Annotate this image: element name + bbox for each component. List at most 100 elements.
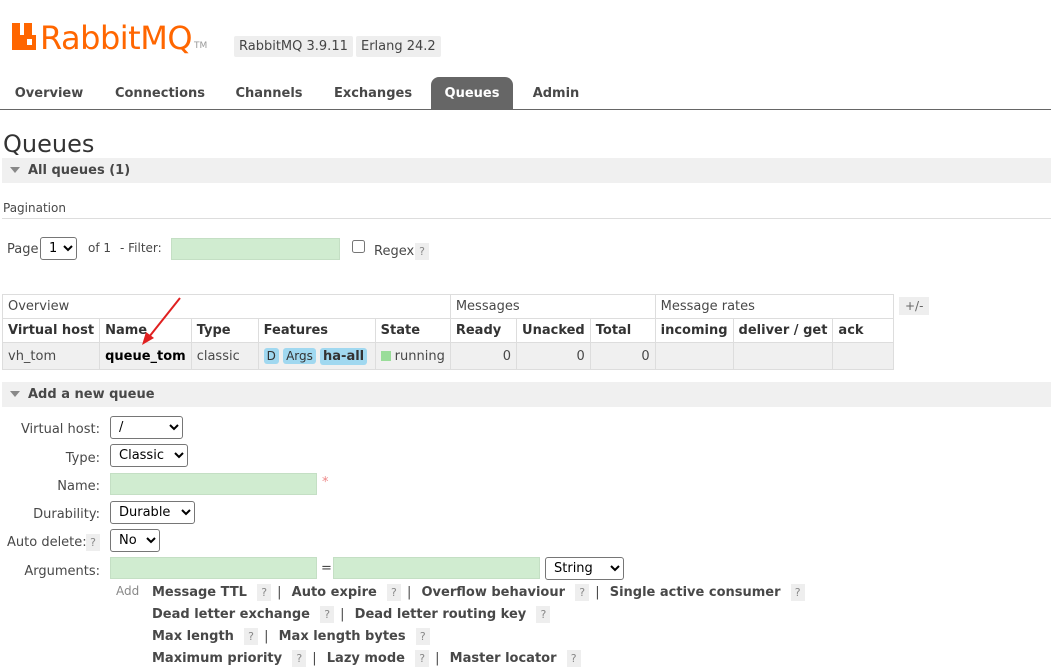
version-badge: RabbitMQ 3.9.11 xyxy=(234,36,353,57)
collapse-triangle-icon xyxy=(10,391,20,397)
all-queues-label: All queues (1) xyxy=(28,163,131,178)
argument-equals: = xyxy=(321,561,332,576)
page-label: Page xyxy=(7,242,39,257)
help-icon[interactable]: ? xyxy=(536,606,551,623)
cell-ready: 0 xyxy=(449,342,518,370)
argument-key-input[interactable] xyxy=(110,557,317,579)
col-virtual-host[interactable]: Virtual host xyxy=(1,318,101,343)
regex-label: Regex xyxy=(374,244,415,259)
help-icon[interactable]: ? xyxy=(257,584,272,601)
col-state[interactable]: State xyxy=(374,318,451,343)
help-icon[interactable]: ? xyxy=(386,584,401,601)
vhost-label: Virtual host: xyxy=(20,422,100,437)
queue-name-input[interactable] xyxy=(110,473,317,495)
col-unacked[interactable]: Unacked xyxy=(516,318,591,343)
help-icon[interactable]: ? xyxy=(575,584,590,601)
tab-admin[interactable]: Admin xyxy=(524,77,588,109)
arg-max-length-link[interactable]: Max length xyxy=(152,629,234,644)
regex-checkbox[interactable] xyxy=(352,240,365,253)
cell-unacked: 0 xyxy=(516,342,591,370)
col-ack[interactable]: ack xyxy=(832,318,894,343)
arg-dead-letter-exchange-link[interactable]: Dead letter exchange xyxy=(152,607,310,622)
rabbitmq-logo-icon xyxy=(12,23,36,50)
durability-select[interactable]: Durable xyxy=(110,501,195,524)
col-deliver-get[interactable]: deliver / get xyxy=(732,318,834,343)
col-type[interactable]: Type xyxy=(190,318,259,343)
help-icon[interactable]: ? xyxy=(415,650,430,667)
tab-exchanges[interactable]: Exchanges xyxy=(326,77,420,109)
pagination-heading: Pagination xyxy=(3,201,66,215)
auto-delete-label: Auto delete: xyxy=(7,535,87,550)
arg-auto-expire-link[interactable]: Auto expire xyxy=(292,585,377,600)
cell-ack xyxy=(832,342,894,370)
vhost-select[interactable]: / xyxy=(110,416,183,439)
help-icon[interactable]: ? xyxy=(566,650,581,667)
tab-channels[interactable]: Channels xyxy=(228,77,310,109)
main-nav-tabs: Overview Connections Channels Exchanges … xyxy=(0,77,1051,110)
separator: | xyxy=(435,651,440,666)
pagination-divider xyxy=(2,218,1051,219)
durability-label: Durability: xyxy=(33,507,100,522)
help-icon[interactable]: ? xyxy=(320,606,335,623)
separator: | xyxy=(595,585,600,600)
arg-message-ttl-link[interactable]: Message TTL xyxy=(152,585,247,600)
col-features: Features xyxy=(257,318,376,343)
help-icon[interactable]: ? xyxy=(292,650,307,667)
arg-master-locator-link[interactable]: Master locator xyxy=(450,651,557,666)
tab-queues[interactable]: Queues xyxy=(431,77,513,109)
type-select[interactable]: Classic xyxy=(110,444,188,467)
rabbitmq-logo[interactable]: RabbitMQ TM xyxy=(12,20,207,54)
arg-lazy-mode-link[interactable]: Lazy mode xyxy=(327,651,405,666)
argument-shortcuts-row-1: Message TTL ? | Auto expire ? | Overflow b… xyxy=(152,584,805,601)
help-icon[interactable]: ? xyxy=(244,628,259,645)
cell-incoming xyxy=(654,342,734,370)
separator: | xyxy=(277,585,282,600)
table-row[interactable]: vh_tom queue_tom classic D Args ha-all r… xyxy=(1,342,894,370)
col-total[interactable]: Total xyxy=(589,318,656,343)
arg-single-active-consumer-link[interactable]: Single active consumer xyxy=(610,585,781,600)
help-icon[interactable]: ? xyxy=(415,628,430,645)
name-label: Name: xyxy=(57,479,100,494)
col-incoming[interactable]: incoming xyxy=(654,318,734,343)
arg-maximum-priority-link[interactable]: Maximum priority xyxy=(152,651,282,666)
regex-help-icon[interactable]: ? xyxy=(415,243,429,260)
group-header-message-rates: Message rates xyxy=(654,294,895,319)
add-argument-label: Add xyxy=(116,584,140,598)
collapse-triangle-icon xyxy=(10,167,20,173)
columns-toggle-button[interactable]: +/- xyxy=(899,297,930,315)
add-queue-section-header[interactable]: Add a new queue xyxy=(2,382,1051,407)
cell-deliver-get xyxy=(732,342,834,370)
queues-table: Overview Messages Message rates Virtual … xyxy=(1,294,895,370)
cell-vhost: vh_tom xyxy=(1,342,101,370)
state-text: running xyxy=(394,348,445,364)
argument-type-select[interactable]: String xyxy=(545,557,624,580)
add-queue-label: Add a new queue xyxy=(28,387,155,402)
argument-shortcuts-row-4: Maximum priority ? | Lazy mode ? | Master … xyxy=(152,650,581,667)
auto-delete-help-icon[interactable]: ? xyxy=(86,534,100,551)
page-select[interactable]: 1 xyxy=(40,237,77,260)
separator: | xyxy=(340,607,345,622)
filter-label: - Filter: xyxy=(120,241,162,255)
group-header-messages: Messages xyxy=(449,294,656,319)
help-icon[interactable]: ? xyxy=(790,584,805,601)
cell-total: 0 xyxy=(589,342,656,370)
argument-shortcuts-row-2: Dead letter exchange ? | Dead letter rout… xyxy=(152,606,551,623)
separator: | xyxy=(406,585,412,600)
auto-delete-select[interactable]: No xyxy=(110,529,160,552)
argument-value-input[interactable] xyxy=(333,557,540,579)
separator: | xyxy=(312,651,317,666)
feature-policy-badge[interactable]: ha-all xyxy=(320,347,368,365)
separator: | xyxy=(264,629,269,644)
arguments-label: Arguments: xyxy=(24,564,100,579)
tab-connections[interactable]: Connections xyxy=(108,77,212,109)
page-count-label: of 1 xyxy=(88,241,112,255)
arg-overflow-behaviour-link[interactable]: Overflow behaviour xyxy=(422,585,566,600)
arg-max-length-bytes-link[interactable]: Max length bytes xyxy=(279,629,406,644)
col-ready[interactable]: Ready xyxy=(449,318,518,343)
tab-overview[interactable]: Overview xyxy=(5,77,93,109)
arg-dead-letter-routing-key-link[interactable]: Dead letter routing key xyxy=(355,607,527,622)
filter-input[interactable] xyxy=(171,238,340,260)
all-queues-section-header[interactable]: All queues (1) xyxy=(2,158,1051,183)
cell-state: running xyxy=(374,342,451,370)
cell-features: D Args ha-all xyxy=(257,342,376,370)
